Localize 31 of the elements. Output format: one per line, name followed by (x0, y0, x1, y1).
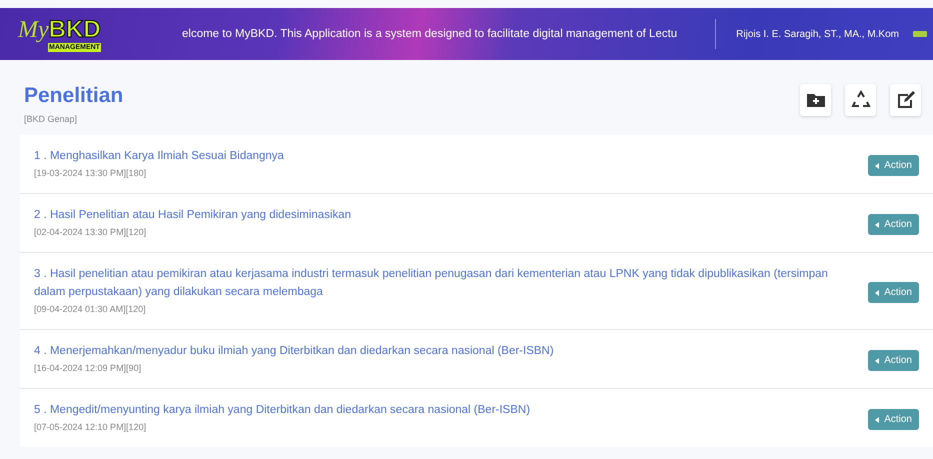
action-button[interactable]: Action (868, 350, 919, 371)
logo-mark-text: BKD (48, 16, 101, 42)
page-subtitle: [BKD Genap] (24, 114, 78, 124)
caret-icon (875, 162, 880, 168)
action-button[interactable]: Action (868, 409, 919, 430)
recycle-button[interactable] (845, 84, 876, 116)
caret-icon (875, 222, 880, 228)
item-title-link[interactable]: 5 . Mengedit/menyunting karya ilmiah yang Diterbitkan dan diedarkan secara nasional (Ber-ISBN) (34, 401, 848, 419)
item-date-duration: [02-04-2024 13:30 PM][120] (34, 227, 148, 237)
action-button[interactable]: Action (868, 282, 919, 303)
item-date-duration: [07-05-2024 12:10 PM][120] (34, 422, 148, 432)
caret-icon (875, 290, 880, 296)
item-title-link[interactable]: 3 . Hasil penelitian atau pemikiran atau kerjasama industri termasuk penelitian penugasan dari kementerian atau LPNK yang tidak dipublikasikan (tersimpan dalam perpustakaan) yang dilakukan secara melembaga (34, 265, 848, 301)
item-title-link[interactable]: 2 . Hasil Penelitian atau Hasil Pemikiran yang didesiminasikan (34, 206, 848, 224)
caret-icon (875, 358, 880, 364)
action-button[interactable]: Action (868, 155, 919, 176)
item-date-duration: [19-03-2024 13:30 PM][180] (34, 168, 148, 178)
welcome-marquee: elcome to MyBKD. This Application is a system designed to facilitate digital management of Lectu (182, 28, 678, 40)
item-date-duration: [09-04-2024 01:30 AM][120] (34, 304, 147, 314)
edit-button[interactable] (890, 84, 921, 116)
edit-icon (896, 90, 916, 110)
logo-script-text: My (18, 16, 49, 42)
recycle-icon (850, 90, 870, 110)
add-folder-button[interactable] (800, 84, 831, 116)
item-title-link[interactable]: 1 . Menghasilkan Karya Ilmiah Sesuai Bidangnya (34, 147, 848, 165)
action-button[interactable]: Action (868, 214, 919, 235)
caret-icon (875, 416, 880, 422)
user-name[interactable]: Rijois I. E. Saragih, ST., MA., M.Kom (736, 28, 899, 40)
page-title: Penelitian (24, 84, 124, 108)
item-title-link[interactable]: 4 . Menerjemahkan/menyadur buku ilmiah yang Diterbitkan dan diedarkan secara nasional (Ber-ISBN) (34, 342, 848, 360)
item-date-duration: [16-04-2024 12:09 PM][90] (34, 363, 142, 373)
